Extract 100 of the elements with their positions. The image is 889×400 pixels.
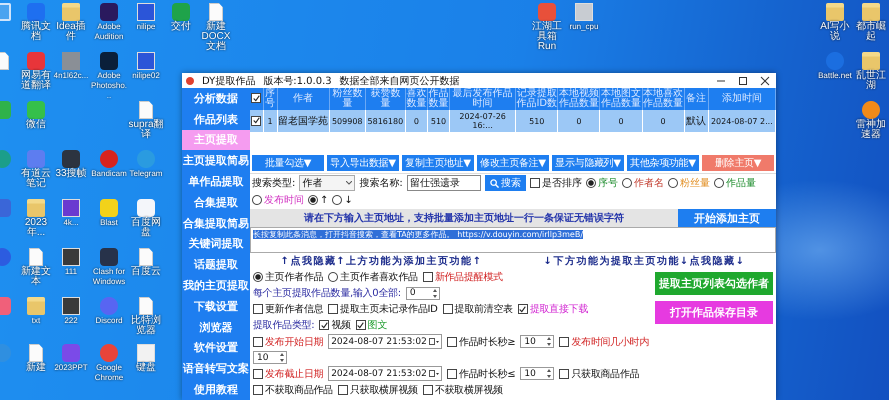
checkbox[interactable] (530, 178, 540, 188)
radio-button[interactable] (328, 272, 338, 282)
radio-button[interactable] (586, 178, 596, 188)
toolbar-dropdown-button[interactable]: 删除主页▼ (702, 155, 774, 171)
add-homepage-button[interactable]: 开始添加主页 (678, 209, 776, 227)
radio-button[interactable] (253, 272, 263, 282)
column-header[interactable]: 本地图文作品数量 (600, 88, 642, 110)
checkbox[interactable] (446, 368, 457, 378)
checkbox[interactable] (253, 304, 263, 314)
column-header[interactable]: 添加时间 (708, 88, 776, 110)
homepage-input-area[interactable]: 长按复制此条消息，打开抖音搜索，查看TA的更多作品。 https://v.douyin.com/irllp3meB/ (250, 227, 776, 253)
close-icon[interactable] (758, 74, 772, 86)
column-header[interactable]: 记录提取作品ID数 (516, 88, 558, 110)
sidebar-item[interactable]: 浏览器 (182, 316, 250, 338)
hide-toggle-link[interactable]: ↓下方功能为提取主页功能↓点我隐藏↓ (543, 254, 746, 268)
checkbox[interactable] (559, 336, 570, 346)
app-icon[interactable] (100, 248, 118, 266)
number-spinner-field[interactable]: 10 (520, 335, 554, 348)
number-spinner-field[interactable]: 10 (520, 367, 554, 380)
column-header[interactable]: 序号 (263, 88, 278, 110)
sidebar-item[interactable]: 分析数据 (182, 88, 250, 109)
sidebar-item[interactable]: 合集提取 (182, 192, 250, 213)
column-header[interactable]: 喜欢数量 (405, 88, 428, 110)
document-icon[interactable] (139, 297, 153, 315)
app-icon[interactable] (137, 199, 155, 217)
date-picker-field[interactable]: 2024-08-07 21:53:02 (328, 334, 442, 349)
checkbox[interactable] (518, 304, 528, 314)
sidebar-item[interactable]: 作品列表 (182, 108, 250, 130)
image-file-icon[interactable] (62, 199, 80, 217)
radio-button[interactable] (714, 178, 724, 188)
radio-button[interactable] (252, 195, 262, 205)
toolbar-dropdown-button[interactable]: 导入导出数据▼ (327, 155, 399, 171)
image-file-icon[interactable] (62, 248, 80, 266)
sidebar-item[interactable]: 下载设置 (182, 296, 250, 317)
column-header[interactable]: 作者 (277, 88, 330, 110)
checkbox[interactable] (253, 385, 263, 395)
spinner-arrows-icon[interactable] (546, 368, 552, 379)
image-file-icon[interactable] (62, 297, 80, 315)
hide-toggle-link[interactable]: ↑点我隐藏↑上方功能为添加主页功能↑ (280, 254, 483, 268)
column-header[interactable]: 本地视频作品数量 (558, 88, 600, 110)
app-icon[interactable] (100, 52, 118, 70)
checkbox[interactable] (253, 368, 263, 378)
checkbox[interactable] (251, 93, 262, 104)
checkbox[interactable] (422, 385, 433, 395)
column-header[interactable]: 粉丝数量 (329, 88, 366, 110)
sidebar-item[interactable]: 主页提取简易 (182, 150, 250, 172)
sidebar-item[interactable]: 语音转写文案 (182, 358, 250, 380)
column-header[interactable]: 作品数量 (427, 88, 450, 110)
toolbar-dropdown-button[interactable]: 复制主页地址▼ (402, 155, 474, 171)
app-icon[interactable] (62, 150, 80, 168)
spinner-arrows-icon[interactable] (432, 288, 438, 298)
calendar-dropdown-icon[interactable] (428, 338, 439, 345)
column-header[interactable]: 备注 (684, 88, 708, 110)
maximize-icon[interactable] (736, 74, 750, 86)
sidebar-item[interactable]: 使用教程 (182, 379, 250, 400)
search-type-dropdown[interactable]: 作者 (299, 175, 356, 191)
caret-icon[interactable] (346, 181, 352, 185)
toolbar-dropdown-button[interactable]: 批量勾选▼ (252, 155, 324, 171)
column-header[interactable]: 获赞数量 (365, 88, 406, 110)
number-spinner-field[interactable]: 0 (406, 286, 440, 300)
document-icon[interactable] (139, 101, 153, 119)
toolbar-dropdown-button[interactable]: 修改主页备注▼ (477, 155, 549, 171)
image-file-icon[interactable] (137, 3, 155, 21)
checkbox[interactable] (559, 368, 570, 378)
radio-button[interactable] (332, 195, 342, 205)
app-icon[interactable] (100, 199, 118, 217)
sidebar-item[interactable]: 单作品提取 (182, 171, 250, 192)
document-icon[interactable] (209, 3, 223, 21)
sidebar-item[interactable]: 合集提取简易 (182, 212, 250, 234)
sidebar-item[interactable]: 我的主页提取 (182, 275, 250, 296)
image-file-icon[interactable] (137, 52, 155, 70)
number-spinner-field[interactable]: 10 (253, 351, 287, 364)
checkbox[interactable] (442, 304, 453, 314)
toolbar-dropdown-button[interactable]: 显示与隐藏列▼ (552, 155, 624, 171)
document-icon[interactable] (29, 248, 43, 266)
checkbox[interactable] (446, 336, 457, 346)
column-header[interactable]: 本地喜欢作品数量 (642, 88, 684, 110)
checkbox[interactable] (328, 304, 338, 314)
action-button[interactable]: 提取主页列表勾选作者 (655, 272, 773, 295)
document-icon[interactable] (29, 344, 43, 362)
checkbox[interactable] (253, 336, 263, 346)
action-button[interactable]: 打开作品保存目录 (655, 301, 773, 324)
radio-button[interactable] (668, 178, 678, 188)
radio-button[interactable] (622, 178, 632, 188)
document-icon[interactable] (139, 248, 153, 266)
radio-button[interactable] (308, 195, 318, 205)
app-icon[interactable] (100, 3, 118, 21)
date-picker-field[interactable]: 2024-08-07 21:53:02 (328, 366, 442, 381)
spinner-arrows-icon[interactable] (546, 336, 552, 347)
spinner-arrows-icon[interactable] (279, 352, 285, 363)
checkbox[interactable] (356, 320, 366, 330)
sidebar-item[interactable]: 话题提取 (182, 254, 250, 276)
round-app-icon[interactable] (862, 101, 880, 119)
checkbox[interactable] (422, 272, 433, 282)
checkbox[interactable] (251, 116, 262, 126)
checkbox[interactable] (319, 320, 330, 330)
column-header[interactable]: 最后发布作品时间 (450, 88, 516, 110)
toolbar-dropdown-button[interactable]: 其他杂项功能▼ (627, 155, 699, 171)
sidebar-item[interactable]: 关键词提取 (182, 234, 250, 254)
calendar-dropdown-icon[interactable] (428, 370, 439, 377)
